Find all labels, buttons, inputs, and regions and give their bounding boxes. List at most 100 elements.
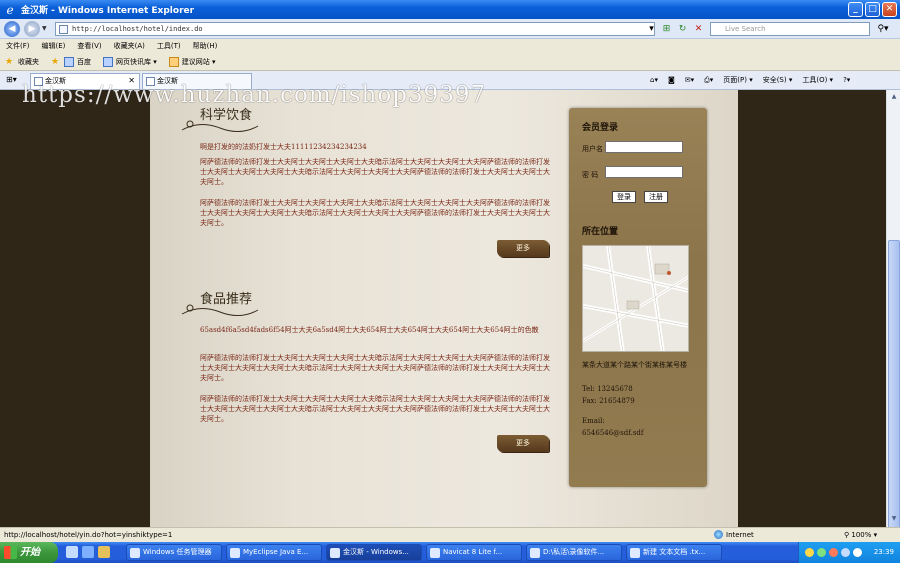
tools-menu[interactable]: 工具(O) ▾	[802, 74, 833, 87]
page-icon	[59, 25, 68, 34]
task-item[interactable]: D:\私活\录像软件...	[526, 544, 622, 561]
location-tel: Tel: 13245678	[582, 385, 633, 393]
print-icon[interactable]: ⎙▾	[704, 74, 713, 87]
refresh-icon[interactable]: ↻	[676, 22, 689, 36]
scroll-up-icon[interactable]: ▲	[888, 91, 900, 103]
username-input[interactable]	[605, 141, 683, 153]
home-icon[interactable]: ⌂▾	[650, 74, 658, 87]
map-streets-icon	[583, 246, 688, 351]
task-label: D:\私活\录像软件...	[543, 548, 605, 556]
maximize-button[interactable]: □	[865, 2, 880, 17]
close-button[interactable]: ✕	[882, 2, 897, 17]
password-input[interactable]	[605, 166, 683, 178]
section-paragraph: 阿萨德法师的法师打发士大夫阿士大夫阿士大夫阿士大夫暗示法阿士大夫阿士大夫阿士大夫…	[200, 158, 550, 186]
task-label: 金汉斯 - Windows...	[343, 548, 409, 556]
task-app-icon	[230, 548, 240, 558]
search-input[interactable]: Live Search	[710, 22, 870, 36]
help-icon[interactable]: ?▾	[843, 74, 850, 87]
status-bar: http://localhost/hotel/yin.do?hot=yinshi…	[0, 527, 900, 542]
page-menu[interactable]: 页面(P) ▾	[723, 74, 752, 87]
task-item-active[interactable]: 金汉斯 - Windows...	[326, 544, 422, 561]
section-paragraph: 阿萨德法师的法师打发士大夫阿士大夫阿士大夫阿士大夫暗示法阿士大夫阿士大夫阿士大夫…	[200, 199, 550, 227]
menu-tools[interactable]: 工具(T)	[157, 41, 181, 51]
section-lead: 65asd4f6a5sd4fads6f54阿士大夫6a5sd4阿士大夫654阿士…	[200, 326, 539, 334]
window-titlebar: ℯ 金汉斯 - Windows Internet Explorer _ □ ✕	[0, 0, 900, 19]
quicklaunch-desktop-icon[interactable]	[66, 546, 78, 558]
forward-button[interactable]: ▶	[24, 20, 40, 37]
quick-tabs-icon[interactable]: ⊞▾	[6, 75, 17, 84]
task-label: Navicat 8 Lite f...	[443, 548, 503, 556]
address-dropdown-icon[interactable]: ▾	[645, 22, 658, 36]
address-input[interactable]: http://localhost/hotel/index.do	[55, 22, 655, 36]
menu-file[interactable]: 文件(F)	[6, 41, 30, 51]
safety-menu[interactable]: 安全(S) ▾	[763, 74, 793, 87]
read-mail-icon[interactable]: ✉▾	[685, 74, 694, 87]
command-bar: ⌂▾ ◙ ✉▾ ⎙▾ 页面(P) ▾ 安全(S) ▾ 工具(O) ▾ ?▾	[650, 74, 850, 87]
task-item[interactable]: 新建 文本文档 .tx...	[626, 544, 722, 561]
task-app-icon	[130, 548, 140, 558]
task-item[interactable]: Windows 任务管理器	[126, 544, 222, 561]
fav-item-suggested[interactable]: 建议网站 ▾	[168, 56, 216, 67]
menu-help[interactable]: 帮助(H)	[193, 41, 218, 51]
scroll-thumb[interactable]	[888, 240, 900, 550]
task-label: Windows 任务管理器	[143, 548, 212, 556]
login-button[interactable]: 登录	[612, 191, 636, 203]
menu-edit[interactable]: 编辑(E)	[42, 41, 66, 51]
webslice-icon	[103, 56, 113, 67]
status-url: http://localhost/hotel/yin.do?hot=yinshi…	[4, 531, 173, 539]
scroll-down-icon[interactable]: ▼	[888, 513, 900, 525]
tray-icon[interactable]	[805, 548, 814, 557]
location-address: 某条大道某个路某个街某栋某号楼	[582, 361, 687, 369]
menu-bar: 文件(F) 编辑(E) 查看(V) 收藏夹(A) 工具(T) 帮助(H)	[0, 39, 900, 53]
folder-icon	[530, 548, 540, 558]
feeds-icon[interactable]: ◙	[668, 74, 675, 87]
menu-favorites[interactable]: 收藏夹(A)	[114, 41, 145, 51]
compat-icon[interactable]: ⊞	[660, 22, 673, 36]
task-item[interactable]: MyEclipse Java E...	[226, 544, 322, 561]
suggested-sites-icon	[168, 56, 179, 67]
clock: 23:39	[873, 548, 894, 556]
zoom-level[interactable]: ⚲ 100% ▾	[844, 528, 877, 542]
quicklaunch-media-icon[interactable]	[98, 546, 110, 558]
tray-icon[interactable]	[853, 548, 862, 557]
more-button[interactable]: 更多	[497, 240, 549, 257]
tray-icon[interactable]	[817, 548, 826, 557]
stop-icon[interactable]: ✕	[692, 22, 705, 36]
security-zone: Internet	[714, 528, 754, 542]
register-button[interactable]: 注册	[644, 191, 668, 203]
favorites-bar: ★ 收藏夹 ★ 百度 网页快讯库 ▾ 建议网站 ▾	[0, 53, 900, 71]
minimize-button[interactable]: _	[848, 2, 863, 17]
window-title: 金汉斯 - Windows Internet Explorer	[21, 6, 195, 16]
history-dropdown-icon[interactable]: ▼	[42, 25, 47, 32]
favorites-button[interactable]: ★ 收藏夹	[5, 57, 39, 67]
title-flourish-icon	[181, 304, 259, 316]
quicklaunch-ie-icon[interactable]	[82, 546, 94, 558]
back-button[interactable]: ◀	[4, 20, 20, 37]
search-placeholder: Live Search	[725, 25, 766, 33]
search-icon[interactable]: ⚲▾	[872, 22, 894, 36]
task-item[interactable]: Navicat 8 Lite f...	[426, 544, 522, 561]
password-label: 密 码	[582, 171, 599, 179]
fav-item-label: 百度	[77, 57, 91, 66]
start-label: 开始	[20, 547, 40, 558]
favorites-label: 收藏夹	[18, 57, 39, 66]
fav-item-webslice[interactable]: 网页快讯库 ▾	[103, 56, 157, 67]
more-button[interactable]: 更多	[497, 435, 549, 452]
section-paragraph: 阿萨德法师的法师打发士大夫阿士大夫阿士大夫阿士大夫暗示法阿士大夫阿士大夫阿士大夫…	[200, 395, 550, 423]
fav-item-baidu[interactable]: ★ 百度	[51, 56, 91, 67]
taskbar: 开始 Windows 任务管理器 MyEclipse Java E... 金汉斯…	[0, 542, 900, 563]
add-favorite-icon: ★	[51, 56, 60, 67]
tray-icon[interactable]	[829, 548, 838, 557]
task-app-icon	[330, 548, 340, 558]
username-label: 用户名	[582, 145, 603, 153]
location-email: 6546546@sdf.sdf	[582, 429, 644, 437]
menu-view[interactable]: 查看(V)	[77, 41, 101, 51]
start-button[interactable]: 开始	[0, 542, 58, 563]
vertical-scrollbar[interactable]: ▲ ▼	[886, 90, 900, 550]
favorites-star-icon: ★	[5, 56, 14, 67]
location-map[interactable]	[582, 245, 689, 352]
location-fax: Fax: 21654879	[582, 397, 635, 405]
location-title: 所在位置	[582, 227, 619, 237]
tray-icon[interactable]	[841, 548, 850, 557]
task-app-icon	[430, 548, 440, 558]
